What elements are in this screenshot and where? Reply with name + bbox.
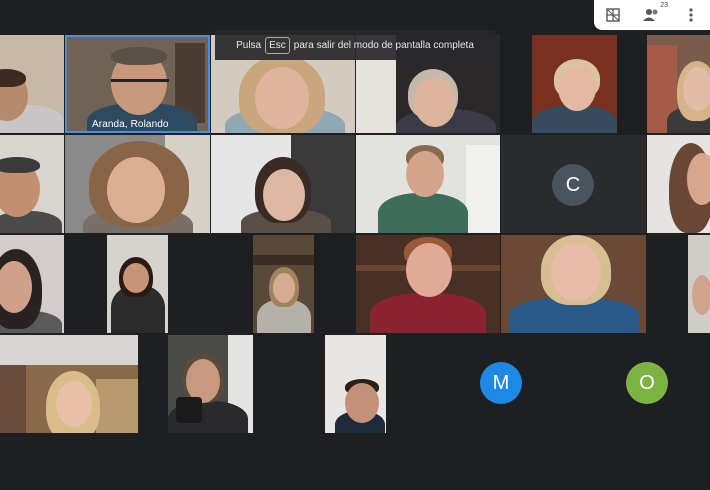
video-tile[interactable] [647,135,710,233]
video-tile[interactable] [501,235,646,333]
video-tile[interactable] [253,235,314,333]
more-vert-icon[interactable] [681,5,701,25]
participant-count: 23 [660,2,668,9]
video-tile[interactable] [356,135,500,233]
video-tile[interactable] [0,235,64,333]
video-tile[interactable] [168,335,253,433]
video-tile[interactable]: C [501,135,646,233]
participant-name: Aranda, Rolando [92,119,169,130]
video-tile[interactable] [532,35,617,133]
avatar-initial: M [492,371,510,394]
toast-prefix: Pulsa [236,39,262,51]
video-tile[interactable] [65,135,210,233]
video-tile[interactable] [107,235,168,333]
video-tile[interactable] [0,35,64,133]
grid-view-icon[interactable] [603,5,623,25]
video-tile[interactable] [647,35,710,133]
participant-avatar: O [626,362,668,404]
video-tile[interactable]: Aranda, Rolando [65,35,210,133]
toast-message: para salir del modo de pantalla completa [293,39,474,51]
avatar-initial: O [639,371,655,394]
participant-avatar: C [552,164,594,206]
fullscreen-exit-toast: Pulsa Esc para salir del modo de pantall… [215,30,495,60]
video-tile[interactable] [0,335,138,433]
esc-key-label: Esc [265,36,290,54]
avatar-initial: C [565,173,581,196]
video-tile[interactable] [0,135,64,233]
participants-icon[interactable]: 23 [642,2,668,25]
video-tile[interactable] [325,335,386,433]
video-tile[interactable] [356,235,500,333]
participant-avatar: M [480,362,522,404]
meeting-top-bar: 23 [594,0,710,30]
video-tile[interactable] [688,235,710,333]
video-tile[interactable] [211,135,355,233]
